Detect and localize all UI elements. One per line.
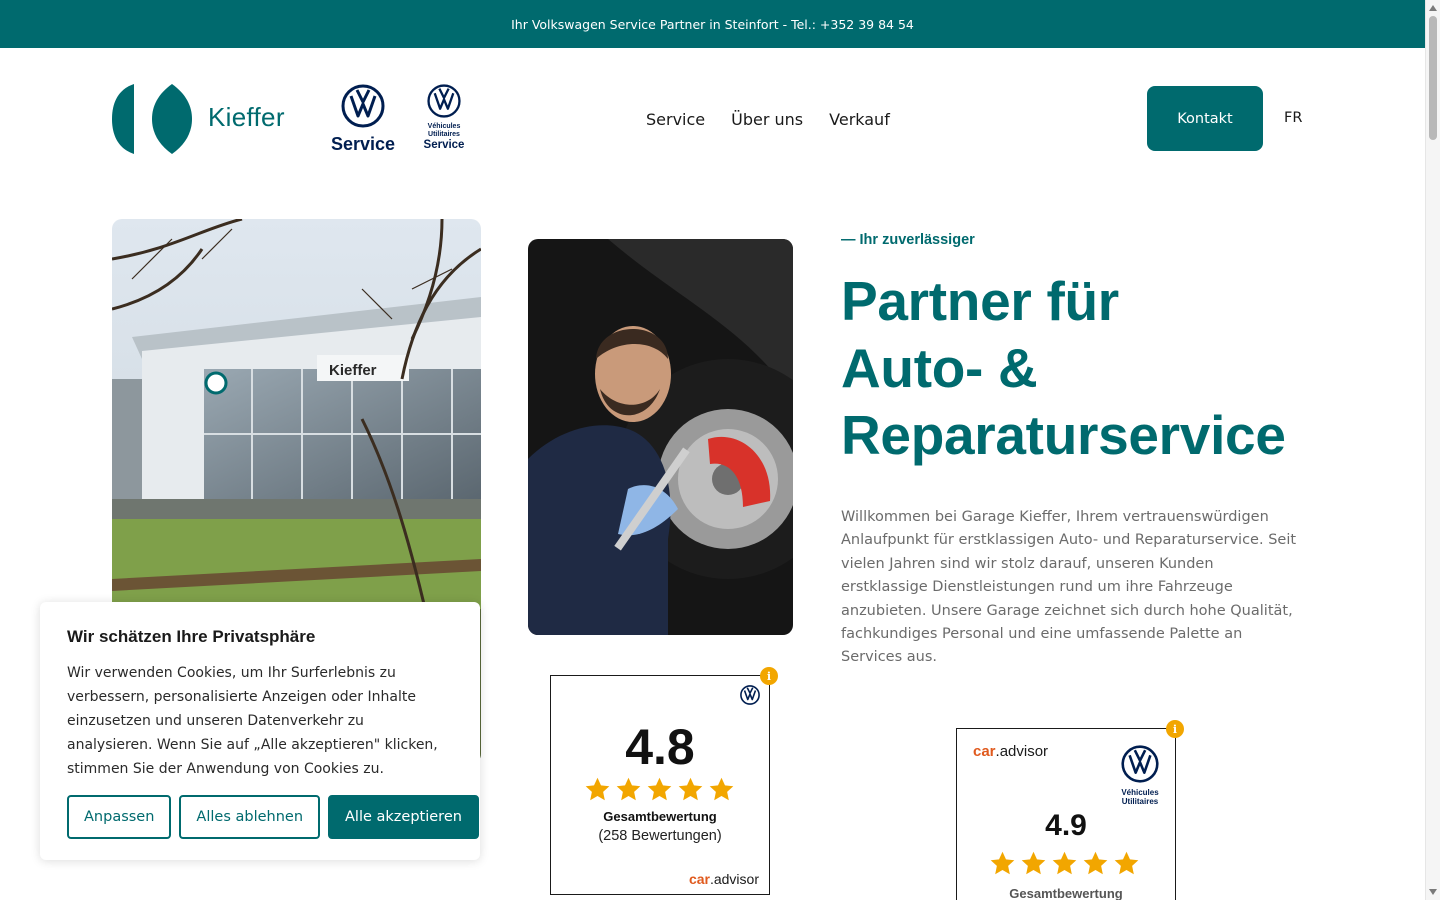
rating-score: 4.8 <box>625 719 695 775</box>
cookie-accept-button[interactable]: Alle akzeptieren <box>328 795 479 839</box>
caradvisor-commercial-rating-widget[interactable]: i car.advisor Véhicules Utilitaires 4.9 … <box>956 720 1184 900</box>
vw-logo-icon <box>341 84 385 128</box>
scroll-thumb[interactable] <box>1429 16 1437 140</box>
star-icon <box>616 777 641 801</box>
rating-count: (258 Bewertungen) <box>598 828 722 844</box>
caradvisor-logo: car.advisor <box>689 871 759 887</box>
rating-stars <box>584 776 735 803</box>
star-icon <box>678 777 703 801</box>
vw-commercial-line2: Utilitaires <box>428 131 460 138</box>
rating-label: Gesamtbewertung <box>1009 886 1123 900</box>
cookie-customize-button[interactable]: Anpassen <box>67 795 172 839</box>
info-icon[interactable]: i <box>1166 720 1184 738</box>
star-icon <box>709 777 734 801</box>
contact-button[interactable]: Kontakt <box>1147 86 1263 151</box>
vw-service-logo[interactable]: Service <box>330 84 396 156</box>
hero-title: Partner für Auto- & Reparaturservice <box>841 268 1321 469</box>
vw-commercial-logo[interactable]: Véhicules Utilitaires Service <box>420 84 468 156</box>
vw-commercial-line3: Service <box>423 139 465 151</box>
vw-commercial-logo-small: Véhicules Utilitaires <box>1121 745 1159 806</box>
vw-commercial-line1: Véhicules <box>427 123 461 130</box>
page-scrollbar[interactable] <box>1425 0 1440 900</box>
star-icon <box>990 851 1015 875</box>
star-icon <box>1083 851 1108 875</box>
caradvisor-rating-widget[interactable]: i 4.8 Gesamtbewertung (258 Bewertungen) … <box>550 667 778 895</box>
vw-logo-icon <box>740 685 760 705</box>
hero-kicker: — Ihr zuverlässiger <box>841 232 975 248</box>
kieffer-mark-icon <box>112 84 192 154</box>
rating-stars <box>989 850 1140 877</box>
caradvisor-logo: car.advisor <box>973 743 1048 760</box>
language-switch[interactable]: FR <box>1284 110 1302 126</box>
hero-title-line-1: Partner für <box>841 270 1119 332</box>
mechanic-brake-image <box>528 239 793 635</box>
top-info-text: Ihr Volkswagen Service Partner in Steinf… <box>511 16 914 32</box>
cookie-consent-banner: Wir schätzen Ihre Privatsphäre Wir verwe… <box>40 602 480 860</box>
scroll-down-arrow-icon[interactable] <box>1429 889 1437 895</box>
info-icon[interactable]: i <box>760 667 778 685</box>
star-icon <box>585 777 610 801</box>
star-icon <box>1021 851 1046 875</box>
hero-title-line-3: Reparaturservice <box>841 404 1286 466</box>
vw-logo-icon <box>427 84 461 118</box>
cookie-text: Wir verwenden Cookies, um Ihr Surferlebn… <box>67 665 438 777</box>
cookie-title: Wir schätzen Ihre Privatsphäre <box>67 627 316 646</box>
star-icon <box>1052 851 1077 875</box>
star-icon <box>1114 851 1139 875</box>
star-icon <box>647 777 672 801</box>
hero-title-line-2: Auto- & <box>841 337 1038 399</box>
nav-item-verkauf[interactable]: Verkauf <box>829 110 890 129</box>
vw-logo-icon <box>1121 745 1159 783</box>
main-nav: Service Über uns Verkauf <box>646 110 890 129</box>
cookie-reject-button[interactable]: Alles ablehnen <box>179 795 321 839</box>
nav-item-service[interactable]: Service <box>646 110 705 129</box>
rating-score: 4.9 <box>1045 809 1087 842</box>
kieffer-logo[interactable]: Kieffer <box>112 84 292 154</box>
hero-intro-text: Willkommen bei Garage Kieffer, Ihrem ver… <box>841 509 1297 666</box>
vw-commercial-small-line1: Véhicules <box>1121 788 1159 797</box>
scroll-up-arrow-icon[interactable] <box>1429 5 1437 11</box>
rating-label: Gesamtbewertung <box>603 809 717 824</box>
caradvisor-logo-rest: .advisor <box>709 871 759 887</box>
building-sign-text: Kieffer <box>329 362 377 379</box>
cookie-buttons: Anpassen Alles ablehnen Alle akzeptieren <box>67 795 479 839</box>
vw-commercial-small-line2: Utilitaires <box>1121 797 1159 806</box>
caradvisor-logo-rest: .advisor <box>995 743 1049 760</box>
vw-service-label: Service <box>330 134 396 154</box>
nav-item-ueber-uns[interactable]: Über uns <box>731 110 803 129</box>
top-info-bar: Ihr Volkswagen Service Partner in Steinf… <box>0 0 1425 48</box>
kieffer-logo-text: Kieffer <box>208 102 285 132</box>
caradvisor-logo-car: car <box>973 743 996 760</box>
caradvisor-logo-car: car <box>688 871 710 887</box>
